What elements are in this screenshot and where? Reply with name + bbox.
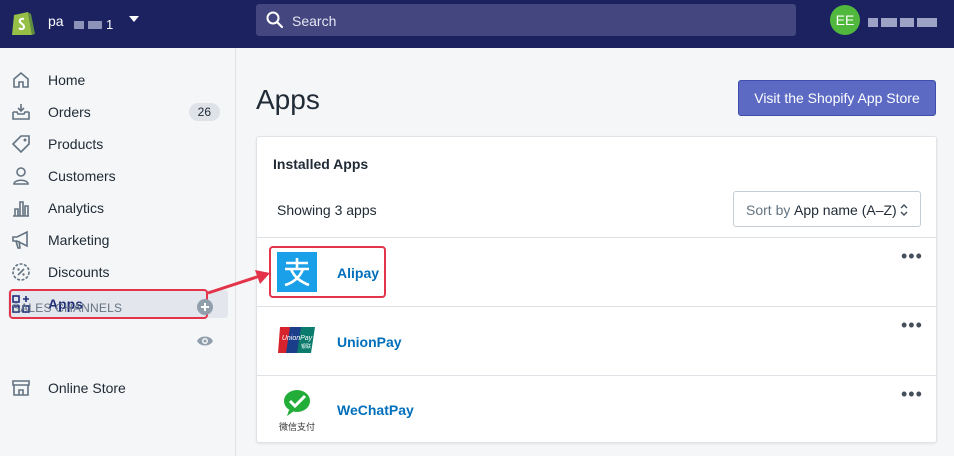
storefront-icon (12, 380, 30, 396)
unionpay-logo-icon: UnionPay 银联 (278, 327, 315, 353)
card-title: Installed Apps (273, 156, 369, 172)
user-name-redacted[interactable] (868, 14, 944, 28)
orders-count-badge: 26 (188, 103, 220, 121)
sidebar-item-discounts[interactable]: Discounts (8, 258, 228, 286)
more-actions-icon[interactable]: ••• (901, 385, 923, 403)
bar-chart-icon (13, 201, 29, 217)
store-name-redacted: 1 (74, 16, 124, 32)
store-name[interactable]: pa (48, 13, 64, 29)
discount-icon (12, 263, 30, 281)
sidebar-item-label: Analytics (48, 200, 105, 216)
sidebar-item-marketing[interactable]: Marketing (8, 226, 228, 254)
app-row-wechatpay[interactable]: 微信支付 WeChatPay ••• (257, 375, 936, 443)
search-bar[interactable]: Search (256, 4, 796, 36)
wechatpay-logo-icon: 微信支付 (277, 388, 317, 434)
app-name-link[interactable]: UnionPay (337, 334, 402, 350)
sidebar-item-analytics[interactable]: Analytics (8, 194, 228, 222)
app-row-alipay[interactable]: Alipay ••• (257, 237, 936, 306)
sales-channels-title: SALES CHANNELS (12, 301, 123, 315)
sort-value: App name (A–Z) (794, 202, 897, 218)
megaphone-icon (12, 230, 28, 249)
sidebar-item-label: Marketing (48, 232, 110, 248)
visit-app-store-button[interactable]: Visit the Shopify App Store (738, 80, 936, 116)
search-icon (266, 11, 284, 29)
person-icon (13, 167, 29, 185)
sidebar-item-customers[interactable]: Customers (8, 162, 228, 190)
sidebar-item-label: Discounts (48, 264, 110, 280)
home-icon (13, 71, 29, 88)
sort-select[interactable]: Sort by App name (A–Z) (733, 191, 921, 227)
avatar[interactable]: EE (830, 5, 860, 35)
alipay-highlight-box (269, 246, 386, 298)
store-menu-caret-icon[interactable] (129, 16, 139, 22)
top-bar: pa 1 Search EE (0, 0, 954, 48)
sidebar-item-label: Products (48, 136, 104, 152)
eye-icon[interactable] (196, 334, 214, 348)
sidebar-item-label: Home (48, 72, 86, 88)
more-actions-icon[interactable]: ••• (901, 316, 923, 334)
sidebar-item-online-store[interactable]: Online Store (8, 374, 228, 402)
sidebar-item-label: Orders (48, 104, 91, 120)
shopify-logo-icon[interactable] (10, 8, 36, 38)
select-arrows-icon (900, 204, 908, 216)
more-actions-icon[interactable]: ••• (901, 247, 923, 265)
search-input[interactable]: Search (292, 13, 336, 29)
sidebar-item-orders[interactable]: Orders 26 (8, 98, 228, 126)
add-channel-plus-icon[interactable] (197, 299, 213, 315)
sidebar-item-label: Customers (48, 168, 116, 184)
page-title: Apps (256, 84, 320, 115)
app-name-link[interactable]: WeChatPay (337, 402, 414, 418)
installed-apps-card: Installed Apps Showing 3 apps Sort by Ap… (256, 136, 937, 443)
sidebar-item-products[interactable]: Products (8, 130, 228, 158)
annotation-arrow-icon (207, 270, 270, 295)
sidebar-item-home[interactable]: Home (8, 66, 228, 94)
svg-text:银联: 银联 (301, 343, 311, 350)
sort-label: Sort by (746, 202, 791, 218)
app-row-unionpay[interactable]: UnionPay 银联 UnionPay ••• (257, 306, 936, 375)
wechatpay-logo-caption: 微信支付 (278, 423, 315, 433)
orders-icon (12, 104, 30, 120)
showing-count: Showing 3 apps (277, 202, 377, 218)
tag-icon (11, 135, 30, 154)
sidebar-item-label: Online Store (48, 380, 126, 396)
svg-text:UnionPay: UnionPay (282, 335, 313, 342)
